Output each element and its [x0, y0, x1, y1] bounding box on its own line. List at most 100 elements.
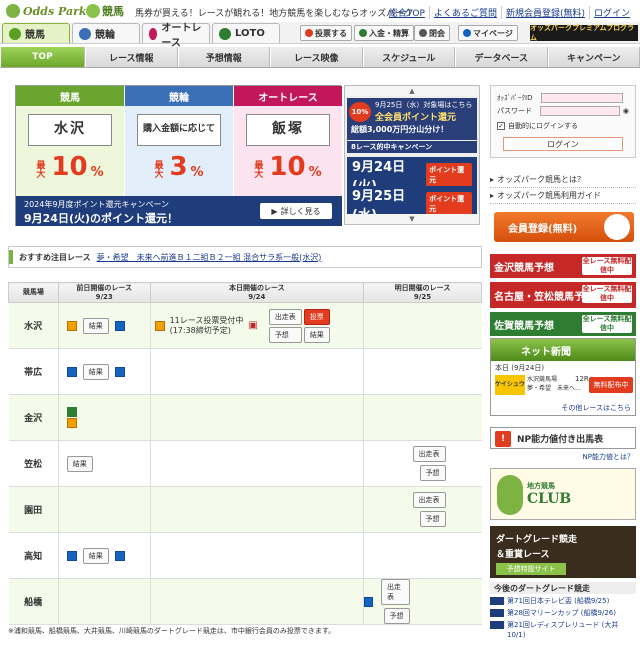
premium-program-link[interactable]: オッズパークプレミアムプログラム [530, 24, 638, 42]
entries-button[interactable]: 出走表 [412, 492, 446, 508]
tagline: 馬券が買える！レースが観れる！地方競馬を楽しむならオッズパーク [135, 9, 414, 19]
dirt-grade-item[interactable]: 第21回レディスプレリュード (大井10/1) [490, 620, 636, 640]
col-next: 明日開催のレース 9/25 [363, 282, 482, 303]
netnews-more-link[interactable]: その他レースはこちら [561, 403, 631, 413]
result-button[interactable]: 結果 [82, 317, 109, 334]
nav-race-video[interactable]: レース映像 [270, 47, 363, 67]
today-deadline: (17:38締切予定) [169, 325, 231, 335]
deposit-button[interactable]: 入金・精算 [354, 25, 414, 41]
next-cell [363, 302, 482, 349]
nav-race-info[interactable]: レース情報 [85, 47, 178, 67]
netnews-item[interactable]: ケイシュウ 水沢競馬場 夢・希望 未来へ… 12R 無料配布中 [495, 375, 633, 397]
carousel-down-icon[interactable]: ▼ [345, 214, 479, 224]
venue-name[interactable]: 水沢 [8, 302, 59, 349]
password-input[interactable] [539, 106, 620, 116]
details-button[interactable]: ▶ 詳しく見る [260, 203, 332, 219]
venue-name[interactable]: 船橋 [8, 578, 59, 625]
mypage-label: マイページ [473, 28, 513, 38]
venue-name[interactable]: 高知 [8, 532, 59, 579]
entries-button[interactable]: 出走表 [412, 446, 446, 462]
result-button[interactable]: 結果 [82, 547, 109, 564]
entries-button[interactable]: 出走表 [380, 579, 410, 605]
login-button[interactable]: ログイン [503, 137, 623, 151]
banner-keirin: 競輪 購入金額に応じて 最大 3% [125, 86, 233, 196]
id-input[interactable] [541, 93, 623, 103]
link-register[interactable]: 新規会員登録(無料) [500, 6, 589, 19]
venue-name[interactable]: 帯広 [8, 348, 59, 395]
site-header: Odds Park 競馬 馬券が買える！レースが観れる！地方競馬を楽しむならオッ… [0, 0, 640, 22]
prediction-button[interactable]: 予想 [419, 465, 446, 481]
next-cell-row: 出走表 予想 [364, 579, 481, 624]
recommend-link[interactable]: 夢・希望 未来へ前進Ｂ１二組Ｂ２一組 混合サラ系一般(水沢) [97, 252, 322, 263]
auto-login-checkbox[interactable]: ✓ 自動的にログインする [497, 121, 629, 131]
carousel-up-icon[interactable]: ▲ [345, 86, 479, 96]
table-row: 高知 結果 [8, 532, 482, 579]
mascot-icon [604, 214, 630, 240]
venue-name[interactable]: 金沢 [8, 394, 59, 441]
link-faq[interactable]: よくあるご質問 [428, 6, 501, 19]
chiho-keiba-club-banner[interactable]: 地方競馬 CLUB [490, 468, 636, 520]
vote-button[interactable]: 投票 [303, 308, 330, 325]
dirt-line2: ＆重賞レース [496, 550, 550, 560]
nav-top[interactable]: TOP [0, 47, 85, 67]
table-row: 水沢 結果 11レース投票受付中 (17:38締切予定) ▣ 出走表 投票 予想 結果 [8, 302, 482, 349]
venue-name[interactable]: 園田 [8, 486, 59, 533]
close-session-button[interactable]: 閉会 [414, 25, 450, 41]
keiba-logo[interactable]: 競馬 [86, 3, 124, 19]
prediction-button[interactable]: 予想 [383, 608, 410, 624]
next-cell-content: 出走表 予想 [380, 579, 446, 624]
venue-name[interactable]: 笠松 [8, 440, 59, 487]
next-cell [363, 348, 482, 395]
register-button[interactable]: 会員登録(無料) [494, 212, 634, 242]
point-campaign-banner[interactable]: 競馬 水沢 最大 10% 競輪 購入金額に応じて 最大 3% オートレース 飯塚 最… [15, 85, 342, 226]
tv-icon[interactable]: ▣ [248, 320, 257, 331]
night-race-icon [364, 596, 373, 607]
netnews-venue: 水沢競馬場 [527, 376, 558, 383]
mypage-button[interactable]: マイページ [458, 25, 518, 41]
prediction-saga[interactable]: 佐賀競馬予想 全レース無料配信中 [490, 312, 636, 336]
table-row: 園田 出走表予想 [8, 486, 482, 533]
np-about-link[interactable]: NP能力値とは？ [583, 452, 634, 462]
prev-cell-content: 結果 [59, 455, 150, 472]
tab-keiba[interactable]: 競馬 [2, 23, 70, 43]
prev-cell [58, 486, 151, 533]
np-icon: ! [495, 431, 511, 447]
prediction-kanazawa[interactable]: 金沢競馬予想 全レース無料配信中 [490, 254, 636, 278]
netnews-race-name: 夢・希望 未来へ… [527, 385, 582, 392]
link-login[interactable]: ログイン [588, 6, 634, 19]
dirt-grade-banner[interactable]: ダートグレード競走 ＆重賞レース 予想特設サイト [490, 526, 636, 578]
prev-cell: 結果 [58, 348, 151, 395]
vote-button[interactable]: 投票する [300, 25, 352, 41]
link-general-top[interactable]: 総合TOP [385, 6, 429, 19]
prediction-nagoya-kasamatsu[interactable]: 名古屋・笠松競馬予想 全レース無料配信中 [490, 282, 636, 308]
guide-links: ▸ オッズパーク競馬とは？ ▸ オッズパーク競馬利用ガイド [490, 172, 636, 204]
nav-campaign[interactable]: キャンペーン [547, 47, 640, 67]
carousel-slide-main[interactable]: 10% 9月25日（水）対象場はこちら 全会員ポイント還元 総額3,000万円分… [347, 98, 477, 140]
oddspark-logo[interactable]: Odds Park [6, 3, 87, 19]
nav-database[interactable]: データベース [455, 47, 548, 67]
np-ability-table[interactable]: ! NP能力値付き出馬表 [490, 427, 636, 449]
dirt-grade-item[interactable]: 第28回マリーンカップ (船橋9/26) [490, 608, 636, 618]
nav-schedule[interactable]: スケジュール [362, 47, 455, 67]
result-button[interactable]: 結果 [82, 363, 109, 380]
link-about[interactable]: ▸ オッズパーク競馬とは？ [490, 172, 636, 188]
tab-loto[interactable]: LOTO [212, 23, 280, 43]
result-button[interactable]: 結果 [303, 326, 330, 343]
next-cell [363, 532, 482, 579]
entries-button[interactable]: 出走表 [268, 308, 302, 325]
percent-prefix: 最大 [254, 161, 264, 180]
dirt-grade-item[interactable]: 第71回日本テレビ盃 (船橋9/25) [490, 596, 636, 606]
prediction-button[interactable]: 予想 [419, 511, 446, 527]
link-guide[interactable]: ▸ オッズパーク競馬利用ガイド [490, 188, 636, 204]
tab-keirin[interactable]: 競輪 [72, 23, 140, 43]
login-id-row: ｵｯｽﾞﾊﾟｰｸID [497, 92, 629, 104]
col-prev-date: 9/23 [95, 292, 113, 301]
prediction-button[interactable]: 予想 [268, 326, 302, 343]
eye-icon[interactable]: ◉ [623, 107, 629, 115]
register-label: 会員登録(無料) [508, 223, 578, 235]
result-button[interactable]: 結果 [66, 455, 93, 472]
nav-predictions[interactable]: 予想情報 [177, 47, 270, 67]
tab-autorace[interactable]: オートレース [142, 23, 210, 49]
free-download-button[interactable]: 無料配布中 [589, 377, 633, 393]
today-status: 11レース投票受付中 (17:38締切予定) [170, 316, 244, 336]
